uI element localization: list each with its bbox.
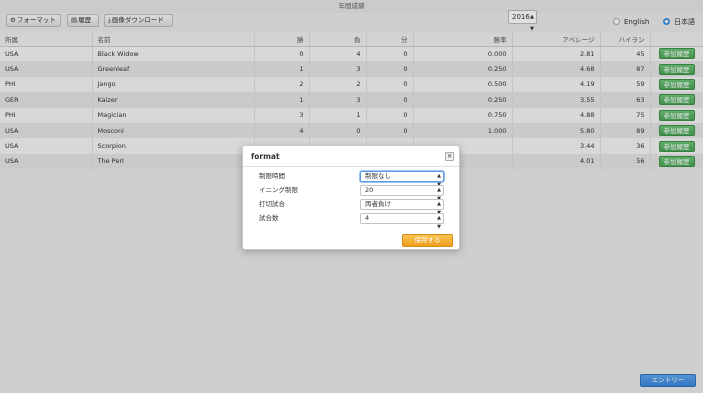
time-limit-value: 制限なし: [365, 172, 391, 180]
inning-limit-select[interactable]: 20▲▼: [360, 185, 444, 202]
called-game-label: 打切試合: [259, 200, 285, 208]
inning-limit-label: イニング制限: [259, 186, 298, 194]
time-limit-label: 制限時間: [259, 172, 285, 180]
field-called-game: 打切試合 両者負け▲▼: [259, 199, 445, 216]
game-count-label: 試合数: [259, 214, 279, 222]
save-button[interactable]: 保存する: [402, 234, 453, 247]
called-game-select[interactable]: 両者負け▲▼: [360, 199, 444, 216]
time-limit-select[interactable]: 制限なし▲▼: [360, 171, 444, 188]
called-game-value: 両者負け: [365, 200, 391, 208]
field-time-limit: 制限時間 制限なし▲▼: [259, 171, 445, 188]
dialog-title: format: [251, 152, 280, 161]
field-inning-limit: イニング制限 20▲▼: [259, 185, 445, 202]
dialog-divider: [243, 166, 459, 167]
game-count-select[interactable]: 4 ▲ ▼: [360, 213, 444, 230]
game-count-value: 4: [365, 214, 370, 222]
format-dialog: format × 制限時間 制限なし▲▼ イニング制限 20▲▼ 打切試合 両者…: [242, 145, 460, 250]
inning-limit-value: 20: [365, 186, 374, 194]
close-icon[interactable]: ×: [445, 152, 454, 161]
field-game-count: 試合数 4 ▲ ▼: [259, 213, 445, 230]
select-arrows-icon: ▲▼: [437, 215, 441, 230]
